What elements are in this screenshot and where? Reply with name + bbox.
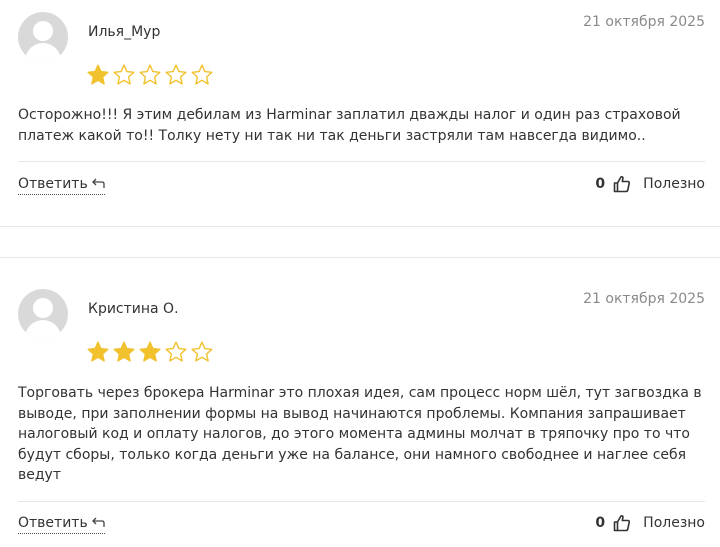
review-author: Илья_Мур bbox=[88, 24, 161, 40]
useful-count: 0 bbox=[595, 176, 606, 192]
star-rating bbox=[86, 63, 214, 87]
avatar bbox=[18, 289, 68, 339]
review-date: 21 октября 2025 bbox=[583, 14, 705, 30]
review-text: Торговать через брокера Harminar это пло… bbox=[18, 385, 702, 483]
star-filled-icon bbox=[86, 340, 110, 364]
star-empty-icon bbox=[112, 63, 136, 87]
reply-arrow-icon bbox=[91, 517, 105, 527]
avatar bbox=[18, 12, 68, 62]
useful-block: 0 Полезно bbox=[595, 514, 705, 532]
section-divider bbox=[0, 226, 720, 227]
reply-label: Ответить bbox=[18, 176, 88, 192]
review-text: Осторожно!!! Я этим дебилам из Harminar … bbox=[18, 107, 681, 144]
avatar-head-shape bbox=[33, 21, 53, 41]
star-empty-icon bbox=[190, 63, 214, 87]
avatar-head-shape bbox=[33, 298, 53, 318]
star-empty-icon bbox=[190, 340, 214, 364]
star-filled-icon bbox=[86, 63, 110, 87]
thumbs-up-icon[interactable] bbox=[613, 514, 631, 532]
review-card: Кристина О. 21 октября 2025 Торговать че… bbox=[0, 258, 720, 547]
star-empty-icon bbox=[164, 340, 188, 364]
reply-arrow-icon bbox=[91, 178, 105, 188]
star-filled-icon bbox=[138, 340, 162, 364]
review-date: 21 октября 2025 bbox=[583, 291, 705, 307]
reply-label: Ответить bbox=[18, 515, 88, 531]
useful-count: 0 bbox=[595, 515, 606, 531]
avatar-body-shape bbox=[25, 320, 61, 339]
avatar-body-shape bbox=[25, 43, 61, 62]
thumbs-up-icon[interactable] bbox=[613, 175, 631, 193]
review-card: Илья_Мур 21 октября 2025 Осторожно!!! Я … bbox=[0, 0, 720, 226]
star-empty-icon bbox=[138, 63, 162, 87]
star-filled-icon bbox=[112, 340, 136, 364]
useful-button[interactable]: Полезно bbox=[643, 176, 705, 192]
star-rating bbox=[86, 340, 214, 364]
star-empty-icon bbox=[164, 63, 188, 87]
review-author: Кристина О. bbox=[88, 301, 179, 317]
divider bbox=[18, 161, 705, 162]
useful-button[interactable]: Полезно bbox=[643, 515, 705, 531]
reply-button[interactable]: Ответить bbox=[18, 176, 105, 195]
reply-button[interactable]: Ответить bbox=[18, 515, 105, 534]
divider bbox=[18, 501, 705, 502]
useful-block: 0 Полезно bbox=[595, 175, 705, 193]
